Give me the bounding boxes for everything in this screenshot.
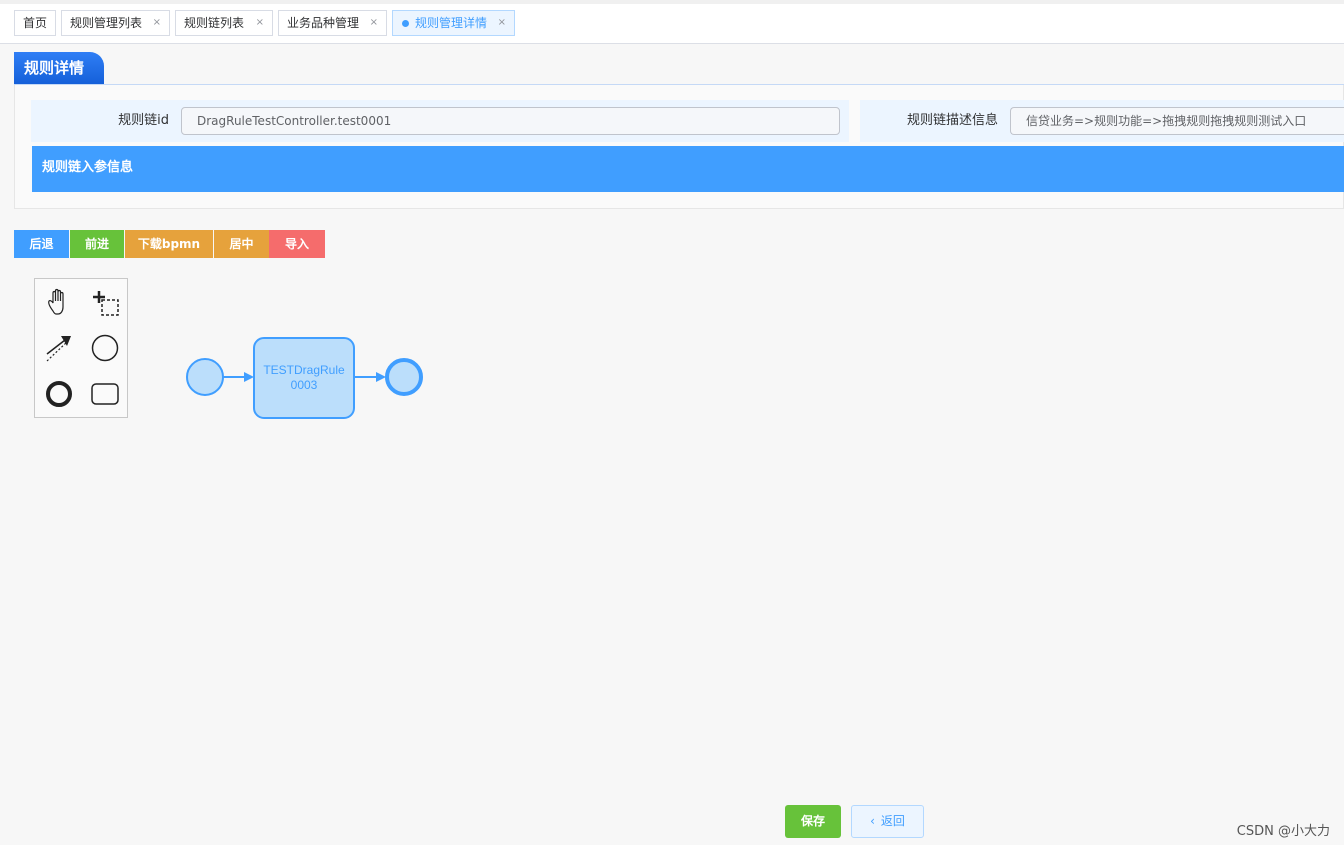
tab-label: 规则管理详情 bbox=[415, 16, 488, 30]
desc-row: 规则链描述信息 信贷业务=>规则功能=>拖拽规则拖拽规则测试入口 bbox=[860, 100, 1344, 142]
close-icon[interactable]: × bbox=[370, 11, 378, 35]
lasso-tool-icon[interactable] bbox=[85, 283, 125, 323]
chevron-left-icon: ‹ bbox=[870, 814, 875, 828]
download-bpmn-button[interactable]: 下载bpmn bbox=[125, 230, 213, 258]
close-icon[interactable]: × bbox=[256, 11, 264, 35]
tab-rule-chain-list[interactable]: 规则链列表 × bbox=[175, 10, 273, 36]
active-dot-icon bbox=[402, 20, 409, 27]
redo-button[interactable]: 前进 bbox=[70, 230, 124, 258]
start-event-icon[interactable] bbox=[85, 328, 125, 368]
start-event[interactable] bbox=[186, 358, 224, 396]
task-label-line1: TESTDragRule bbox=[263, 363, 345, 377]
tab-rule-management-list[interactable]: 规则管理列表 × bbox=[61, 10, 170, 36]
back-label: 返回 bbox=[880, 814, 905, 828]
import-button[interactable]: 导入 bbox=[269, 230, 325, 258]
desc-label: 规则链描述信息 bbox=[906, 113, 998, 128]
watermark: CSDN @小大力 bbox=[1236, 824, 1330, 839]
center-button[interactable]: 居中 bbox=[214, 230, 269, 258]
chain-id-field[interactable]: DragRuleTestController.test0001 bbox=[181, 107, 840, 135]
end-event-icon[interactable] bbox=[39, 374, 79, 414]
close-icon[interactable]: × bbox=[498, 11, 506, 35]
bpmn-canvas[interactable]: TESTDragRule 0003 bbox=[0, 270, 1344, 790]
chain-id-label: 规则链id bbox=[118, 113, 169, 128]
section-title: 规则详情 bbox=[14, 52, 104, 84]
tab-home[interactable]: 首页 bbox=[14, 10, 56, 36]
end-event[interactable] bbox=[385, 358, 423, 396]
connect-tool-icon[interactable] bbox=[39, 328, 79, 368]
tab-label: 规则管理列表 bbox=[70, 16, 143, 30]
task-icon[interactable] bbox=[85, 374, 125, 414]
hand-tool-icon[interactable] bbox=[39, 283, 79, 323]
desc-field[interactable]: 信贷业务=>规则功能=>拖拽规则拖拽规则测试入口 bbox=[1010, 107, 1344, 135]
tab-rule-detail[interactable]: 规则管理详情 × bbox=[392, 10, 515, 36]
back-button[interactable]: ‹ 返回 bbox=[851, 805, 924, 838]
save-button[interactable]: 保存 bbox=[785, 805, 841, 838]
tab-label: 规则链列表 bbox=[184, 16, 245, 30]
form-panel: 规则链id DragRuleTestController.test0001 规则… bbox=[14, 85, 1344, 209]
bpmn-palette bbox=[34, 278, 128, 418]
tabs-bar: 首页 规则管理列表 × 规则链列表 × 业务品种管理 × 规则管理详情 × bbox=[0, 0, 1344, 44]
undo-button[interactable]: 后退 bbox=[14, 230, 69, 258]
tab-label: 首页 bbox=[23, 16, 48, 30]
params-bar[interactable]: 规则链入参信息 bbox=[32, 146, 1344, 192]
chain-id-row: 规则链id DragRuleTestController.test0001 bbox=[31, 100, 849, 142]
tab-business-variety[interactable]: 业务品种管理 × bbox=[278, 10, 387, 36]
close-icon[interactable]: × bbox=[153, 11, 161, 35]
task-label-line2: 0003 bbox=[291, 378, 318, 392]
tab-label: 业务品种管理 bbox=[287, 16, 360, 30]
